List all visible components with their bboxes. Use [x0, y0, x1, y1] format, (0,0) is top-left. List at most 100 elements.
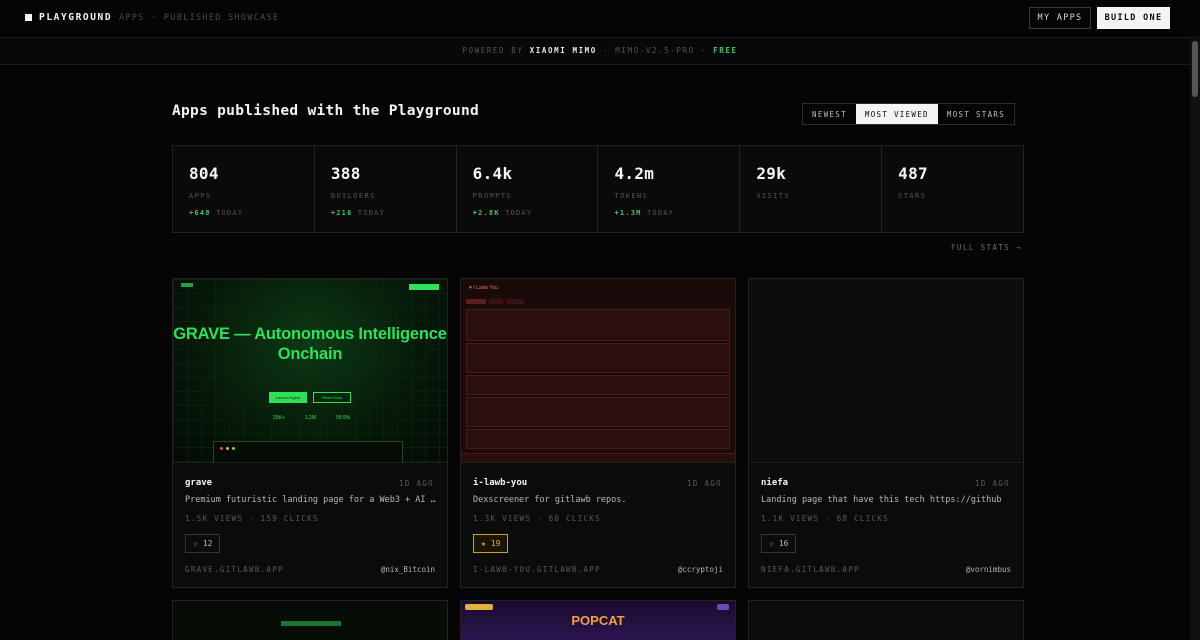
- app-card-partial[interactable]: [172, 600, 448, 640]
- tab-most-viewed[interactable]: MOST VIEWED: [855, 104, 938, 124]
- app-name[interactable]: i-lawb-you: [473, 478, 527, 488]
- thumb-badge: [717, 604, 729, 610]
- stat-today-label: TODAY: [216, 209, 244, 217]
- app-age: 1D AGO: [399, 479, 434, 488]
- stat-value: 487: [898, 164, 928, 183]
- app-author[interactable]: @nix_Bitcoin: [381, 565, 435, 574]
- star-button[interactable]: ★ 19: [473, 534, 509, 553]
- my-apps-button[interactable]: MY APPS: [1029, 7, 1091, 29]
- model-name: MIMO-V2.5-PRO: [615, 46, 695, 55]
- thumb-launch-button: Launch Agent: [269, 392, 307, 403]
- thumb-tab: [466, 299, 486, 304]
- thumb-stat: 99.9%: [335, 415, 351, 421]
- app-domain[interactable]: I-LAWB-YOU.GITLAWB.APP: [473, 565, 601, 574]
- thumb-repo-row: [466, 429, 730, 449]
- window-dot: [232, 447, 235, 450]
- app-thumbnail[interactable]: ♥ I Lawb You: [461, 279, 735, 463]
- star-button[interactable]: ☆ 16: [761, 534, 797, 553]
- stat-today: +216 TODAY: [331, 209, 456, 217]
- stat-today-label: TODAY: [505, 209, 533, 217]
- app-metrics: 1.1K VIEWS · 68 CLICKS: [761, 514, 889, 523]
- app-name[interactable]: niefa: [761, 478, 788, 488]
- app-description: Premium futuristic landing page for a We…: [185, 495, 437, 505]
- brand-name: PLAYGROUND: [39, 12, 113, 23]
- thumb-headline: GRAVE — Autonomous Intelligence Onchain: [173, 325, 447, 363]
- stat-label: BUILDERS: [330, 192, 376, 200]
- thumb-headline-bar: [281, 621, 341, 626]
- thumb-repo-row: [466, 309, 730, 341]
- stat-today-label: TODAY: [646, 209, 675, 217]
- star-icon: ☆: [769, 539, 774, 548]
- tab-newest[interactable]: NEWEST: [803, 104, 856, 124]
- stat-today: +2.8K TODAY: [473, 209, 598, 217]
- app-thumbnail[interactable]: [749, 279, 1023, 463]
- stat-value: 4.2m: [614, 164, 655, 183]
- stat-today: +1.3M TODAY: [614, 209, 739, 217]
- thumb-title: I Lawb You: [473, 285, 498, 291]
- star-button[interactable]: ☆ 12: [185, 534, 221, 553]
- app-metrics: 1.5K VIEWS · 159 CLICKS: [185, 514, 319, 523]
- thumb-footer: [461, 453, 735, 462]
- thumb-badge: [465, 604, 493, 610]
- stat-value: 804: [189, 164, 219, 183]
- stat-delta: +648: [189, 209, 211, 217]
- app-description: Landing page that have this tech https:/…: [761, 495, 1002, 505]
- app-card-partial[interactable]: [748, 600, 1024, 640]
- thumb-repo-row: [466, 397, 730, 427]
- stat-today: +648 TODAY: [189, 209, 314, 217]
- stat-builders: 388 BUILDERS +216 TODAY: [315, 146, 457, 232]
- stat-visits: 29k VISITS: [740, 146, 883, 232]
- thumb-repo-row: [466, 343, 730, 373]
- stat-delta: +216: [330, 209, 353, 217]
- scrollbar-thumb[interactable]: [1192, 41, 1198, 97]
- scrollbar[interactable]: [1190, 39, 1200, 640]
- stat-delta: +1.3M: [614, 209, 642, 217]
- thumb-terminal-window: [213, 441, 403, 462]
- stat-label: PROMPTS: [472, 192, 512, 200]
- app-author[interactable]: @vornimbus: [966, 565, 1011, 574]
- stat-prompts: 6.4k PROMPTS +2.8K TODAY: [457, 146, 599, 232]
- separator: ·: [700, 46, 708, 55]
- star-count: 12: [202, 539, 213, 548]
- stats-panel: 804 APPS +648 TODAY 388 BUILDERS +216 TO…: [172, 145, 1024, 233]
- powered-by-banner: POWERED BY XIAOMI MIMO · MIMO-V2.5-PRO ·…: [0, 39, 1200, 65]
- provider-name: XIAOMI MIMO: [529, 46, 597, 55]
- thumb-stat: 1.2M: [304, 415, 316, 421]
- app-metrics: 1.3K VIEWS · 60 CLICKS: [473, 514, 601, 523]
- app-domain[interactable]: NIEFA.GITLAWB.APP: [761, 565, 860, 574]
- app-card-popcat[interactable]: POPCAT: [460, 600, 736, 640]
- sort-tabs: NEWEST MOST VIEWED MOST STARS: [802, 103, 1016, 125]
- breadcrumb: APPS · PUBLISHED SHOWCASE: [119, 13, 280, 23]
- star-icon: ☆: [193, 539, 198, 548]
- app-domain[interactable]: GRAVE.GITLAWB.APP: [185, 565, 284, 574]
- stat-stars: 487 STARS: [882, 146, 1023, 232]
- app-author[interactable]: @ccryptoji: [678, 565, 723, 574]
- app-age: 1D AGO: [687, 479, 722, 488]
- page-title: Apps published with the Playground: [172, 103, 480, 119]
- window-dot: [220, 447, 223, 450]
- top-nav: PLAYGROUND APPS · PUBLISHED SHOWCASE MY …: [0, 0, 1200, 38]
- stat-today-label: TODAY: [357, 209, 385, 217]
- tab-most-stars[interactable]: MOST STARS: [938, 104, 1014, 124]
- stat-value: 29k: [756, 164, 787, 183]
- build-one-button[interactable]: BUILD ONE: [1097, 7, 1170, 29]
- full-stats-link[interactable]: FULL STATS →: [951, 243, 1022, 252]
- stat-value: 388: [330, 164, 361, 183]
- app-card-i-lawb-you[interactable]: ♥ I Lawb You i-lawb-you 1D AGO Dexscreen…: [460, 278, 736, 588]
- app-description: Dexscreener for gitlawb repos.: [473, 495, 627, 505]
- thumb-nav-button: [409, 284, 439, 290]
- stat-delta: +2.8K: [472, 209, 500, 217]
- app-age: 1D AGO: [975, 479, 1010, 488]
- app-thumbnail[interactable]: GRAVE — Autonomous Intelligence Onchain …: [173, 279, 447, 463]
- stat-apps: 804 APPS +648 TODAY: [173, 146, 315, 232]
- stat-value: 6.4k: [472, 164, 513, 183]
- thumb-headline: POPCAT: [571, 613, 625, 628]
- app-card-niefa[interactable]: niefa 1D AGO Landing page that have this…: [748, 278, 1024, 588]
- star-icon: ★: [481, 539, 486, 548]
- stat-label: APPS: [189, 192, 212, 200]
- brand[interactable]: PLAYGROUND: [25, 12, 112, 23]
- thumb-stats: 25K+ 1.2M 99.9%: [273, 415, 350, 421]
- app-card-grave[interactable]: GRAVE — Autonomous Intelligence Onchain …: [172, 278, 448, 588]
- tier-badge: FREE: [713, 46, 738, 55]
- app-name[interactable]: grave: [185, 478, 212, 488]
